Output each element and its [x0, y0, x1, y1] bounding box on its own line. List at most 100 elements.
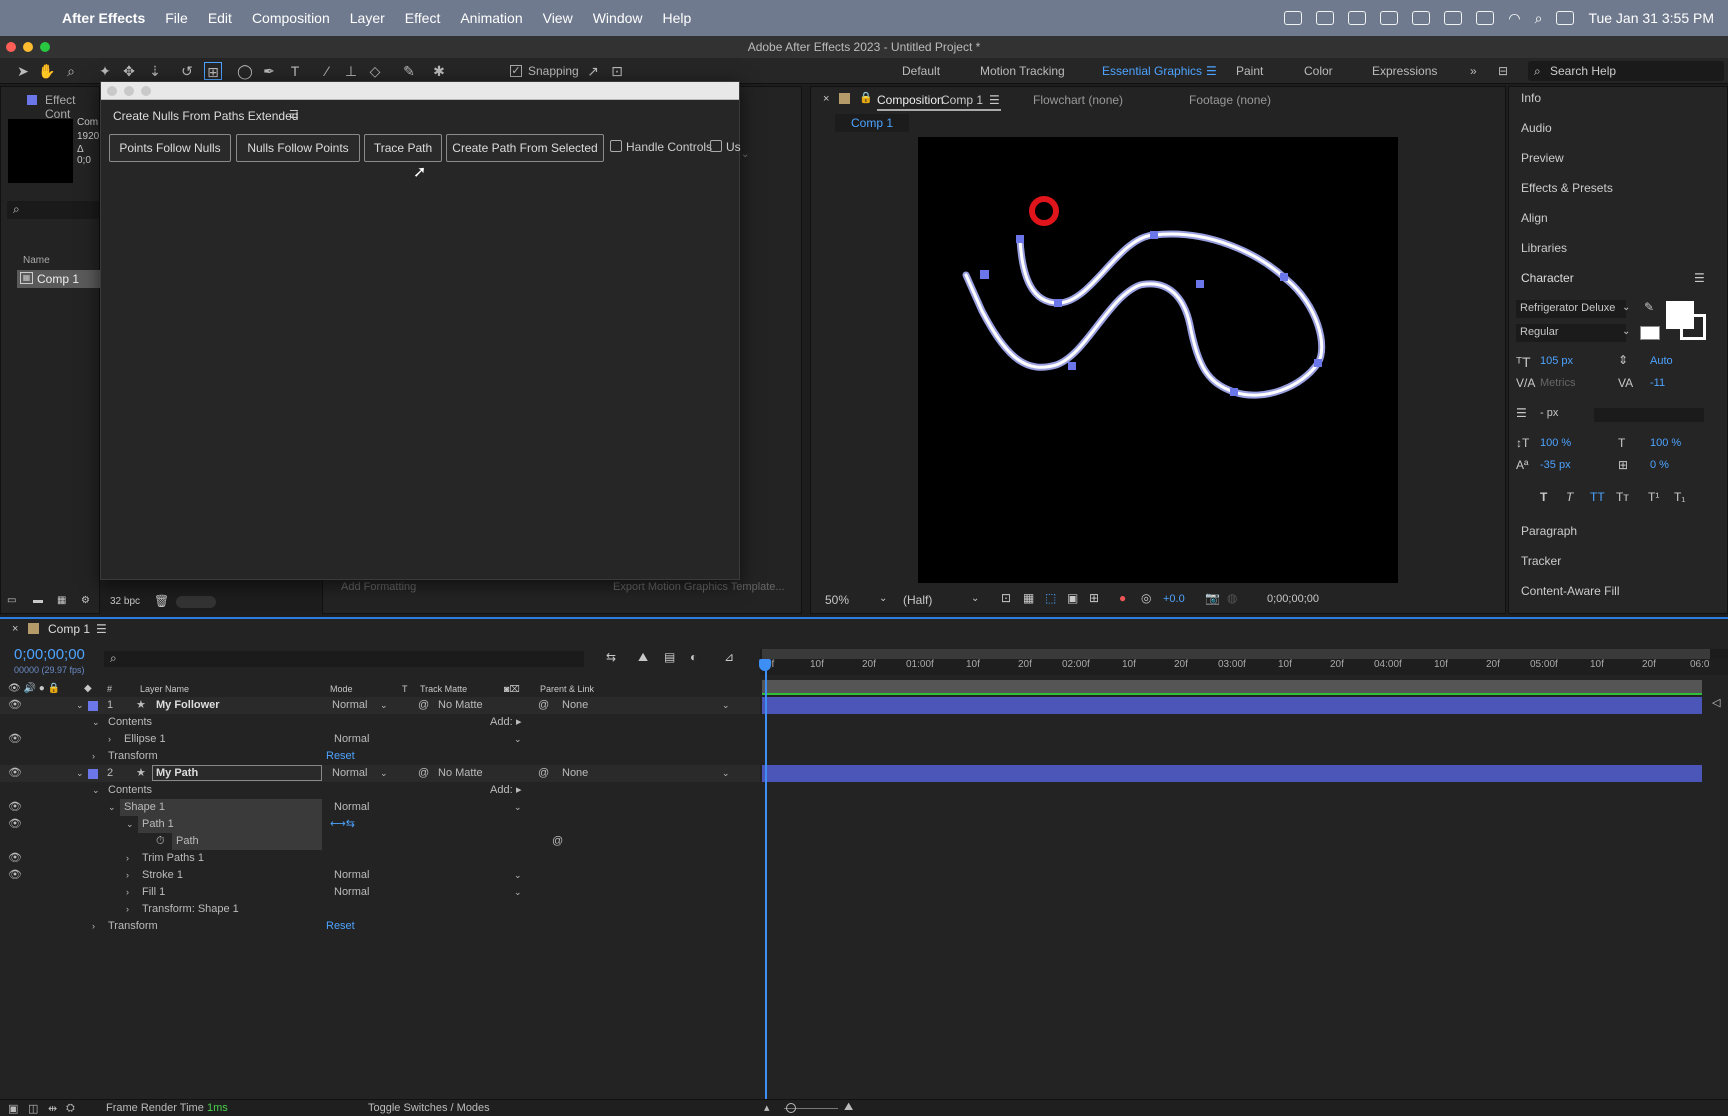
layer-row-my-follower[interactable]: 👁 ⌄ 1 ★ My Follower Normal ⌄ @ No Matte … [0, 697, 760, 714]
visibility-eye-icon[interactable]: 👁 [8, 731, 22, 748]
property-row-stroke[interactable]: 👁 › Stroke 1 Normal ⌄ [0, 867, 760, 884]
visibility-eye-icon[interactable]: 👁 [8, 850, 22, 867]
blend-mode-dropdown[interactable]: Normal [334, 799, 369, 816]
character-menu-icon[interactable]: ☰ [1694, 271, 1705, 285]
visibility-eye-icon[interactable]: 👁 [8, 765, 22, 782]
visibility-eye-icon[interactable]: 👁 [8, 867, 22, 884]
work-area-range[interactable] [762, 649, 1710, 659]
property-name[interactable]: Transform [108, 918, 158, 935]
expand-chevron-icon[interactable]: ⌄ [76, 697, 84, 714]
layer-bar-my-path[interactable] [762, 765, 1702, 782]
add-menu-icon[interactable]: ▸ [516, 714, 522, 731]
workspace-expressions[interactable]: Expressions [1372, 64, 1437, 78]
reset-link[interactable]: Reset [326, 748, 355, 765]
menu-edit[interactable]: Edit [198, 10, 242, 26]
property-name[interactable]: Contents [108, 714, 152, 731]
paragraph-panel-tab[interactable]: Paragraph [1521, 524, 1577, 538]
exposure-value[interactable]: +0.0 [1163, 593, 1185, 605]
mode-dropdown[interactable]: Normal [332, 765, 367, 782]
mode-dropdown[interactable]: Normal [332, 697, 367, 714]
property-name[interactable]: Transform [108, 748, 158, 765]
adjust-icon[interactable]: ⚙ [81, 595, 90, 606]
menu-file[interactable]: File [155, 10, 198, 26]
zoom-out-icon[interactable]: ▴ [764, 1101, 770, 1114]
property-name[interactable]: Path 1 [138, 816, 322, 833]
footage-tab[interactable]: Footage (none) [1189, 93, 1271, 107]
fill-swatch-small[interactable] [1640, 326, 1660, 340]
property-row-trim-paths[interactable]: 👁 › Trim Paths 1 [0, 850, 760, 867]
visibility-eye-icon[interactable]: 👁 [8, 816, 22, 833]
menu-app-name[interactable]: After Effects [52, 10, 155, 26]
flowchart-tab[interactable]: Flowchart (none) [1033, 93, 1123, 107]
parent-dropdown[interactable]: None [562, 765, 588, 782]
visibility-eye-icon[interactable]: 👁 [8, 697, 22, 714]
property-name[interactable]: Stroke 1 [142, 867, 183, 884]
expand-chevron-icon[interactable]: › [126, 884, 129, 901]
color-management-icon[interactable]: ◎ [1141, 591, 1151, 605]
property-row-fill[interactable]: › Fill 1 Normal ⌄ [0, 884, 760, 901]
superscript-button[interactable]: T¹ [1648, 490, 1659, 504]
expand-chevron-icon[interactable]: › [126, 867, 129, 884]
property-row-transform[interactable]: › Transform Reset [0, 918, 760, 935]
composition-canvas[interactable] [918, 137, 1398, 583]
new-folder-icon[interactable]: ▬ [33, 595, 43, 606]
path-vertex[interactable] [1314, 359, 1322, 367]
brush-tool-icon[interactable]: ⁄ [318, 62, 336, 80]
property-row-contents[interactable]: ⌄ Contents Add: ▸ [0, 782, 760, 799]
property-name[interactable]: Path [172, 833, 322, 850]
expand-chevron-icon[interactable]: ⌄ [92, 714, 100, 731]
tsume-value[interactable]: 0 % [1650, 459, 1669, 471]
property-name[interactable]: Fill 1 [142, 884, 165, 901]
tracker-panel-tab[interactable]: Tracker [1521, 554, 1561, 568]
layer-name[interactable]: My Follower [156, 697, 220, 714]
faux-bold-button[interactable]: T [1540, 490, 1547, 504]
project-search-input[interactable]: ⌕ [7, 201, 99, 219]
track-matte-pickwhip-icon[interactable]: @ [418, 697, 429, 714]
bpc-label[interactable]: 32 bpc [110, 596, 140, 607]
script-menu-icon[interactable]: ☰ [289, 108, 299, 121]
zoom-window-icon[interactable] [141, 86, 151, 96]
viewer-tab-comp-name[interactable]: Comp 1 [941, 93, 983, 107]
label-color-swatch[interactable] [88, 701, 98, 711]
faux-italic-button[interactable]: T [1566, 490, 1573, 504]
font-style-dropdown[interactable]: Regular [1516, 324, 1626, 342]
property-name[interactable]: Trim Paths 1 [142, 850, 204, 867]
screen-record-icon[interactable] [1284, 11, 1303, 25]
kerning-value[interactable]: Metrics [1540, 377, 1575, 389]
toggle-switches-modes-button[interactable]: Toggle Switches / Modes [368, 1102, 490, 1114]
close-tab-icon[interactable]: × [823, 93, 829, 105]
menu-composition[interactable]: Composition [242, 10, 340, 26]
orbit-tool-icon[interactable]: ✦ [96, 62, 114, 80]
rotate-tool-icon[interactable]: ↺ [178, 62, 196, 80]
reset-link[interactable]: Reset [326, 918, 355, 935]
expand-transfer-controls-icon[interactable]: ◫ [28, 1102, 38, 1115]
path-vertex[interactable] [1150, 231, 1158, 239]
property-row-shape1[interactable]: 👁 ⌄ Shape 1 Normal ⌄ [0, 799, 760, 816]
minimize-window-icon[interactable] [124, 86, 134, 96]
script-window-titlebar[interactable] [101, 82, 739, 100]
label-color-swatch[interactable] [88, 769, 98, 779]
cast-icon[interactable] [1316, 11, 1335, 25]
path-vertex[interactable] [1054, 299, 1062, 307]
visibility-eye-icon[interactable]: 👁 [8, 799, 22, 816]
property-row-ellipse[interactable]: 👁 › Ellipse 1 Normal ⌄ [0, 731, 760, 748]
track-matte-pickwhip-icon[interactable]: @ [418, 765, 429, 782]
snapshot-icon[interactable]: 📷 [1205, 591, 1220, 605]
effects-presets-panel-tab[interactable]: Effects & Presets [1521, 181, 1613, 195]
workspace-layout-icon[interactable]: ⊟ [1498, 64, 1508, 78]
blend-mode-dropdown[interactable]: Normal [334, 731, 369, 748]
export-template-button[interactable]: Export Motion Graphics Template... [613, 581, 785, 593]
menu-animation[interactable]: Animation [450, 10, 532, 26]
clock[interactable]: Tue Jan 31 3:55 PM [1588, 10, 1714, 26]
region-of-interest-icon[interactable]: ▣ [1067, 591, 1078, 605]
stroke-type-dropdown[interactable] [1594, 408, 1704, 422]
hand-tool-icon[interactable]: ✋ [38, 62, 56, 80]
leading-value[interactable]: Auto [1650, 355, 1673, 367]
expand-chevron-icon[interactable]: ⌄ [108, 799, 116, 816]
blend-mode-dropdown[interactable]: Normal [334, 884, 369, 901]
handle-controls-checkbox[interactable] [610, 140, 622, 152]
tracking-value[interactable]: -11 [1650, 377, 1665, 389]
parent-dropdown[interactable]: None [562, 697, 588, 714]
zoom-dropdown[interactable]: 50% [825, 593, 849, 607]
creative-cloud-icon[interactable] [1380, 11, 1399, 25]
